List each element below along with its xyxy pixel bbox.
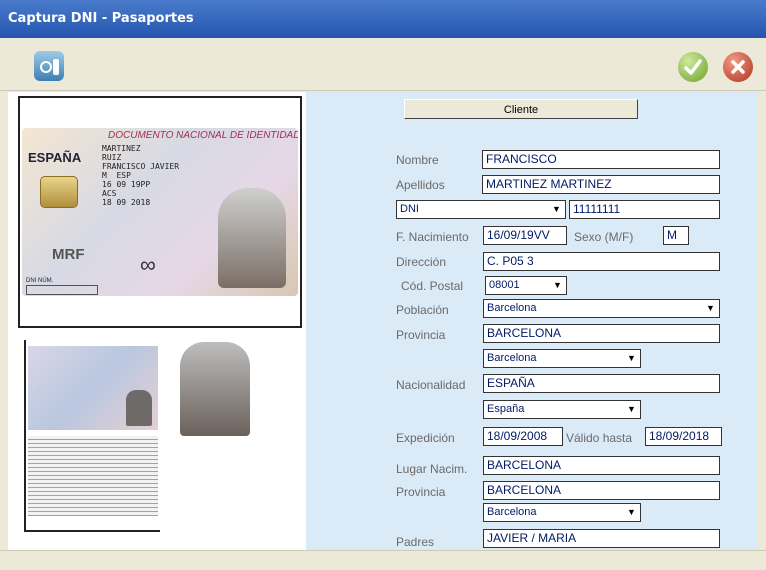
scan-back — [28, 436, 158, 516]
check-icon[interactable] — [678, 52, 708, 82]
chevron-down-icon: ▼ — [627, 507, 636, 517]
signature-icon: ∞ — [140, 252, 156, 277]
padres-field[interactable]: JAVIER / MARIA — [483, 529, 720, 548]
nacimiento-field[interactable]: 16/09/19VV — [483, 226, 567, 245]
cp-select[interactable]: 08001 ▼ — [485, 276, 567, 295]
toolbar — [0, 38, 766, 91]
cp-value: 08001 — [489, 279, 520, 291]
nacionalidad-select-value: España — [487, 403, 525, 415]
chevron-down-icon: ▼ — [627, 353, 636, 363]
face-photo — [180, 342, 250, 436]
provincia-select[interactable]: Barcelona ▼ — [483, 349, 641, 368]
provincia-select-value: Barcelona — [487, 352, 537, 364]
expedicion-field[interactable]: 18/09/2008 — [483, 427, 563, 446]
lugar-label: Lugar Nacim. — [396, 462, 468, 476]
doc-type-select[interactable]: DNI ▼ — [396, 200, 566, 219]
info-bar-shape — [53, 59, 59, 75]
padres-label: Padres — [396, 535, 435, 549]
poblacion-label: Población — [396, 303, 449, 317]
card-num-label: DNI NÚM. — [26, 278, 54, 284]
doc-type-value: DNI — [400, 203, 419, 215]
expedicion-label: Expedición — [396, 431, 455, 445]
direccion-label: Dirección — [396, 255, 447, 269]
direccion-field[interactable]: C. P05 3 — [483, 252, 720, 271]
nombre-field[interactable]: FRANCISCO — [482, 150, 720, 169]
close-icon[interactable] — [723, 52, 753, 82]
window-title: Captura DNI - Pasaportes — [0, 0, 766, 38]
nacionalidad-field[interactable]: ESPAÑA — [483, 374, 720, 393]
chip-icon — [40, 176, 78, 208]
camera-lens-shape — [40, 61, 52, 73]
nacionalidad-select[interactable]: España ▼ — [483, 400, 641, 419]
sexo-field[interactable]: M — [663, 226, 689, 245]
cliente-button[interactable]: Cliente — [404, 99, 638, 119]
id-card: DOCUMENTO NACIONAL DE IDENTIDAD ESPAÑA M… — [22, 128, 298, 296]
scan-front — [28, 346, 158, 430]
apellidos-field[interactable]: MARTINEZ MARTINEZ — [482, 175, 720, 194]
card-text: MARTINEZ RUIZ FRANCISCO JAVIER M ESP 16 … — [102, 144, 180, 207]
provincia-field[interactable]: BARCELONA — [483, 324, 720, 343]
poblacion-value: Barcelona — [487, 302, 537, 314]
card-mark: MRF — [52, 246, 85, 263]
poblacion-select[interactable]: Barcelona ▼ — [483, 299, 720, 318]
cp-label: Cód. Postal — [401, 279, 464, 293]
apellidos-label: Apellidos — [396, 178, 445, 192]
scan-photo — [126, 390, 152, 426]
provincia2-select[interactable]: Barcelona ▼ — [483, 503, 641, 522]
valido-label: Válido hasta — [566, 431, 633, 445]
chevron-down-icon: ▼ — [553, 280, 562, 290]
nombre-label: Nombre — [396, 153, 439, 167]
scan-id-icon[interactable] — [34, 51, 64, 81]
dni-front-image: DOCUMENTO NACIONAL DE IDENTIDAD ESPAÑA M… — [18, 96, 302, 328]
chevron-down-icon: ▼ — [627, 404, 636, 414]
doc-number-field[interactable]: 11111111 — [569, 200, 720, 219]
passport-scan-image — [24, 340, 160, 532]
sexo-label: Sexo (M/F) — [574, 230, 634, 244]
lugar-field[interactable]: BARCELONA — [483, 456, 720, 475]
nacionalidad-label: Nacionalidad — [396, 378, 466, 392]
card-country: ESPAÑA — [28, 150, 82, 165]
nacimiento-label: F. Nacimiento — [396, 230, 469, 244]
card-header: DOCUMENTO NACIONAL DE IDENTIDAD — [108, 130, 298, 141]
close-glyph — [731, 60, 745, 74]
provincia-label: Provincia — [396, 328, 446, 342]
valido-field[interactable]: 18/09/2018 — [645, 427, 722, 446]
provincia2-label: Provincia — [396, 485, 446, 499]
chevron-down-icon: ▼ — [552, 204, 561, 214]
status-bar — [0, 550, 766, 570]
card-photo — [218, 188, 286, 288]
check-glyph — [684, 59, 702, 75]
provincia2-field[interactable]: BARCELONA — [483, 481, 720, 500]
card-num-box — [26, 285, 98, 295]
chevron-down-icon: ▼ — [706, 303, 715, 313]
provincia2-select-value: Barcelona — [487, 506, 537, 518]
